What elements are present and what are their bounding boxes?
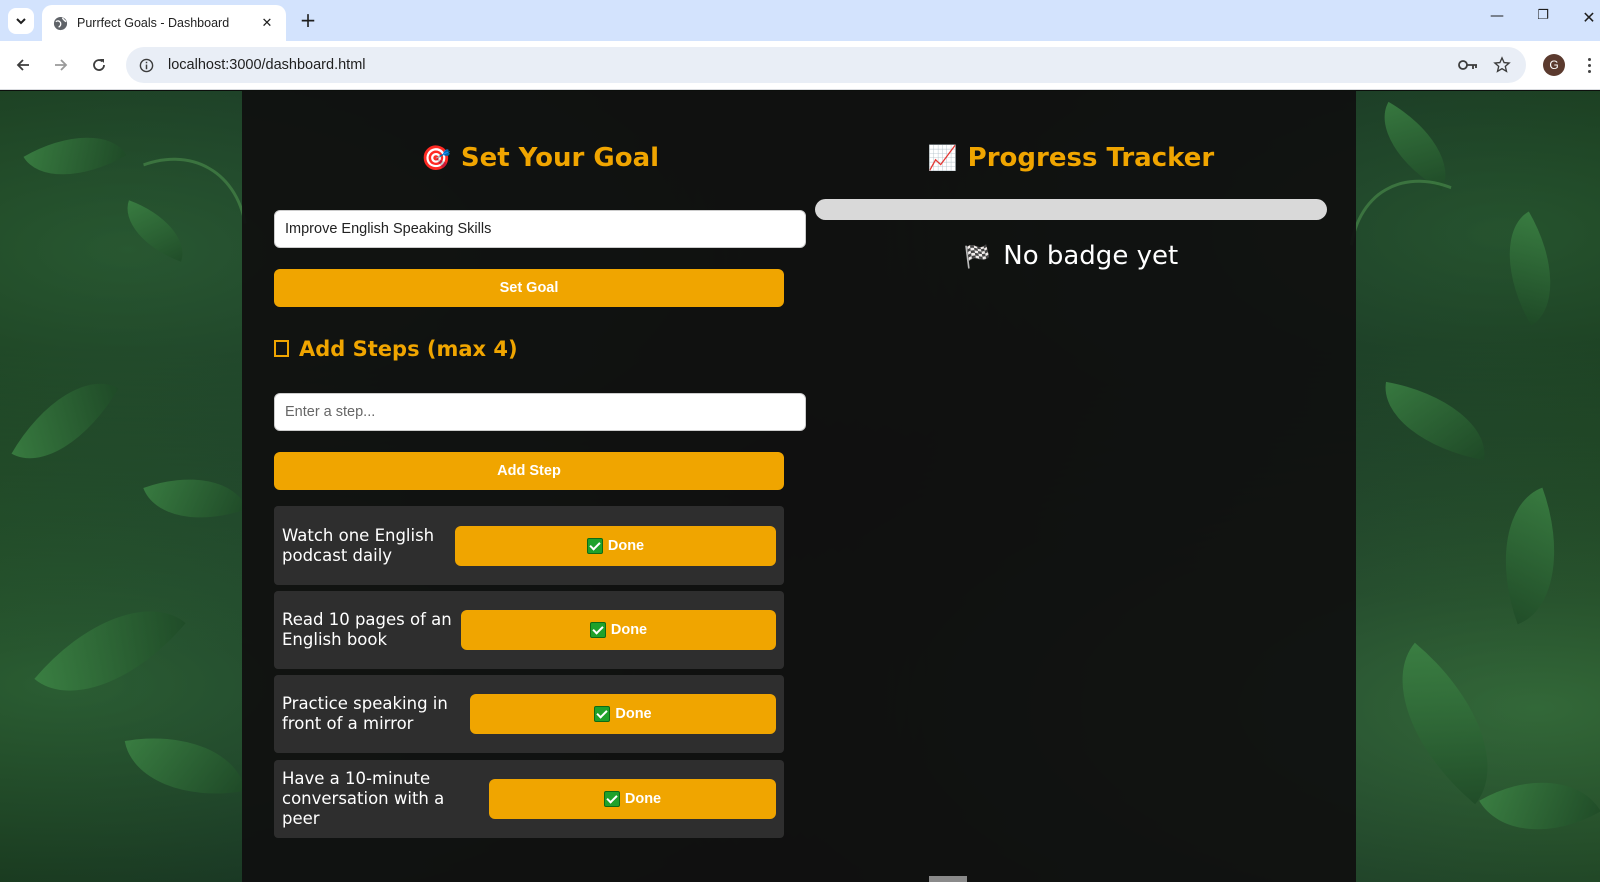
reload-icon[interactable] bbox=[87, 53, 111, 77]
badge-status: 🏁 No badge yet bbox=[815, 241, 1327, 271]
step-text: Practice speaking in front of a mirror bbox=[282, 694, 448, 733]
leaf-decoration bbox=[1479, 750, 1600, 862]
steps-heading: Add Steps (max 4) bbox=[274, 337, 518, 361]
restore-icon[interactable]: ❐ bbox=[1528, 8, 1558, 32]
goal-input[interactable] bbox=[274, 210, 806, 248]
address-bar-actions bbox=[1458, 55, 1512, 75]
check-icon bbox=[594, 706, 611, 722]
menu-icon[interactable] bbox=[1584, 53, 1594, 77]
new-tab-button[interactable]: + bbox=[296, 9, 320, 33]
forward-icon[interactable] bbox=[49, 53, 73, 77]
step-item: Read 10 pages of an English book Done bbox=[274, 591, 784, 669]
close-tab-icon[interactable]: ✕ bbox=[258, 16, 276, 31]
star-icon[interactable] bbox=[1492, 55, 1512, 75]
done-button[interactable]: Done bbox=[461, 610, 776, 650]
done-button[interactable]: Done bbox=[489, 779, 776, 819]
tab-list-icon[interactable] bbox=[8, 8, 34, 34]
steps-title: Add Steps (max 4) bbox=[299, 337, 518, 361]
leaf-decoration bbox=[1363, 101, 1467, 191]
address-bar[interactable]: localhost:3000/dashboard.html bbox=[126, 47, 1526, 83]
badge-label: No badge yet bbox=[1003, 241, 1179, 271]
step-input[interactable] bbox=[274, 393, 806, 431]
check-icon bbox=[586, 537, 603, 554]
done-label: Done bbox=[615, 706, 652, 722]
step-item: Practice speaking in front of a mirror D… bbox=[274, 675, 784, 753]
password-key-icon[interactable] bbox=[1458, 55, 1478, 75]
step-item: Have a 10-minute conversation with a pee… bbox=[274, 760, 784, 838]
progress-heading: 📈 Progress Tracker bbox=[815, 143, 1327, 173]
checkbox-icon bbox=[274, 340, 289, 357]
leaf-decoration bbox=[34, 571, 186, 731]
goal-title: Set Your Goal bbox=[460, 143, 660, 173]
minimize-icon[interactable]: — bbox=[1482, 8, 1512, 32]
done-button[interactable]: Done bbox=[470, 694, 776, 734]
back-icon[interactable] bbox=[11, 53, 35, 77]
done-label: Done bbox=[624, 791, 662, 807]
done-button[interactable]: Done bbox=[455, 525, 776, 566]
leaf-decoration bbox=[1360, 642, 1530, 805]
browser-tab[interactable]: Purrfect Goals - Dashboard ✕ bbox=[42, 5, 286, 41]
done-label: Done bbox=[607, 537, 645, 554]
leaf-decoration bbox=[143, 457, 247, 540]
set-goal-button[interactable]: Set Goal bbox=[274, 269, 784, 307]
target-icon: 🎯 bbox=[420, 144, 451, 172]
profile-avatar[interactable]: G bbox=[1543, 54, 1565, 76]
check-icon bbox=[603, 791, 620, 807]
globe-icon bbox=[52, 15, 68, 31]
tab-title: Purrfect Goals - Dashboard bbox=[77, 16, 230, 30]
leaf-decoration bbox=[124, 721, 246, 811]
step-text: Read 10 pages of an English book bbox=[282, 610, 452, 649]
info-icon[interactable] bbox=[138, 57, 154, 73]
step-text: Have a 10-minute conversation with a pee… bbox=[282, 769, 445, 828]
progress-title: Progress Tracker bbox=[967, 143, 1215, 173]
chart-increasing-icon: 📈 bbox=[927, 144, 958, 172]
done-label: Done bbox=[610, 622, 648, 638]
page-background: 🎯 Set Your Goal Set Goal Add Steps (max 4… bbox=[0, 91, 1600, 882]
url-text: localhost:3000/dashboard.html bbox=[168, 57, 366, 73]
progress-bar bbox=[815, 199, 1327, 220]
leaf-decoration bbox=[1476, 487, 1584, 625]
goal-heading: 🎯 Set Your Goal bbox=[274, 143, 806, 173]
check-icon bbox=[589, 622, 606, 638]
add-step-button[interactable]: Add Step bbox=[274, 452, 784, 490]
step-item: Watch one English podcast daily Done bbox=[274, 506, 784, 585]
scrollbar-thumb[interactable] bbox=[929, 876, 967, 882]
window-close-icon[interactable]: ✕ bbox=[1574, 8, 1600, 32]
browser-tab-bar: Purrfect Goals - Dashboard ✕ + — ❐ ✕ bbox=[0, 0, 1600, 41]
browser-toolbar: localhost:3000/dashboard.html G bbox=[0, 41, 1600, 90]
checkered-flag-icon: 🏁 bbox=[963, 245, 992, 270]
step-text: Watch one English podcast daily bbox=[282, 525, 435, 565]
